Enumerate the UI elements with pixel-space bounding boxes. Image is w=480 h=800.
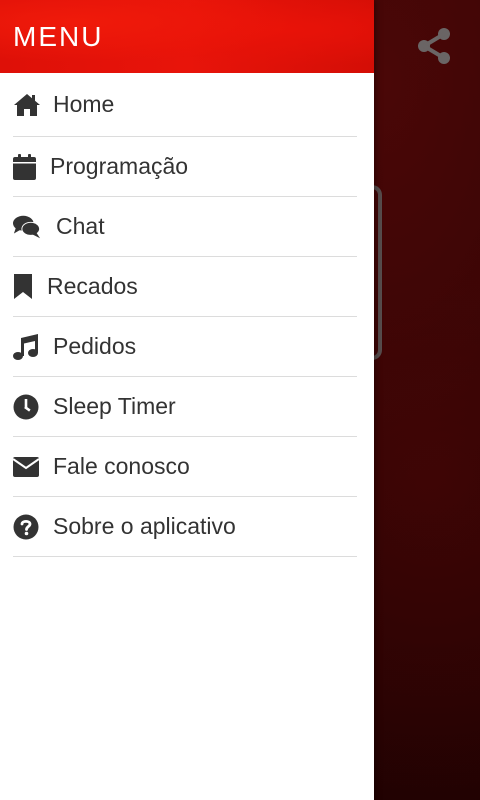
- calendar-icon: [13, 153, 41, 181]
- drawer-header: MENU: [0, 0, 374, 73]
- menu-item-label: Chat: [56, 213, 105, 239]
- question-circle-icon: [13, 513, 41, 541]
- drawer-title: MENU: [13, 20, 104, 52]
- menu-item-home[interactable]: Home: [13, 73, 357, 137]
- screen: MENU Home Programação Chat Recados Pedid…: [0, 0, 480, 800]
- menu-item-sleep-timer[interactable]: Sleep Timer: [13, 377, 357, 437]
- menu-item-label: Recados: [47, 273, 138, 299]
- bookmark-icon: [13, 273, 41, 301]
- menu-item-chat[interactable]: Chat: [13, 197, 357, 257]
- share-icon: [417, 27, 451, 70]
- menu-item-fale-conosco[interactable]: Fale conosco: [13, 437, 357, 497]
- music-note-icon: [13, 333, 41, 361]
- menu-item-label: Home: [53, 91, 115, 117]
- share-button[interactable]: [414, 27, 454, 70]
- menu-item-label: Sleep Timer: [53, 393, 176, 419]
- envelope-icon: [13, 453, 41, 481]
- menu-item-label: Fale conosco: [53, 453, 190, 479]
- menu-item-programacao[interactable]: Programação: [13, 137, 357, 197]
- menu-item-label: Programação: [50, 153, 189, 179]
- menu-item-label: Pedidos: [53, 333, 137, 359]
- menu-item-sobre[interactable]: Sobre o aplicativo: [13, 497, 357, 557]
- navigation-drawer: MENU Home Programação Chat Recados Pedid…: [0, 0, 374, 800]
- menu-item-pedidos[interactable]: Pedidos: [13, 317, 357, 377]
- home-icon: [13, 91, 41, 119]
- menu-item-label: Sobre o aplicativo: [53, 513, 236, 539]
- menu-item-recados[interactable]: Recados: [13, 257, 357, 317]
- chat-bubbles-icon: [13, 213, 41, 241]
- menu-list: Home Programação Chat Recados Pedidos Sl…: [0, 73, 374, 557]
- clock-icon: [13, 393, 41, 421]
